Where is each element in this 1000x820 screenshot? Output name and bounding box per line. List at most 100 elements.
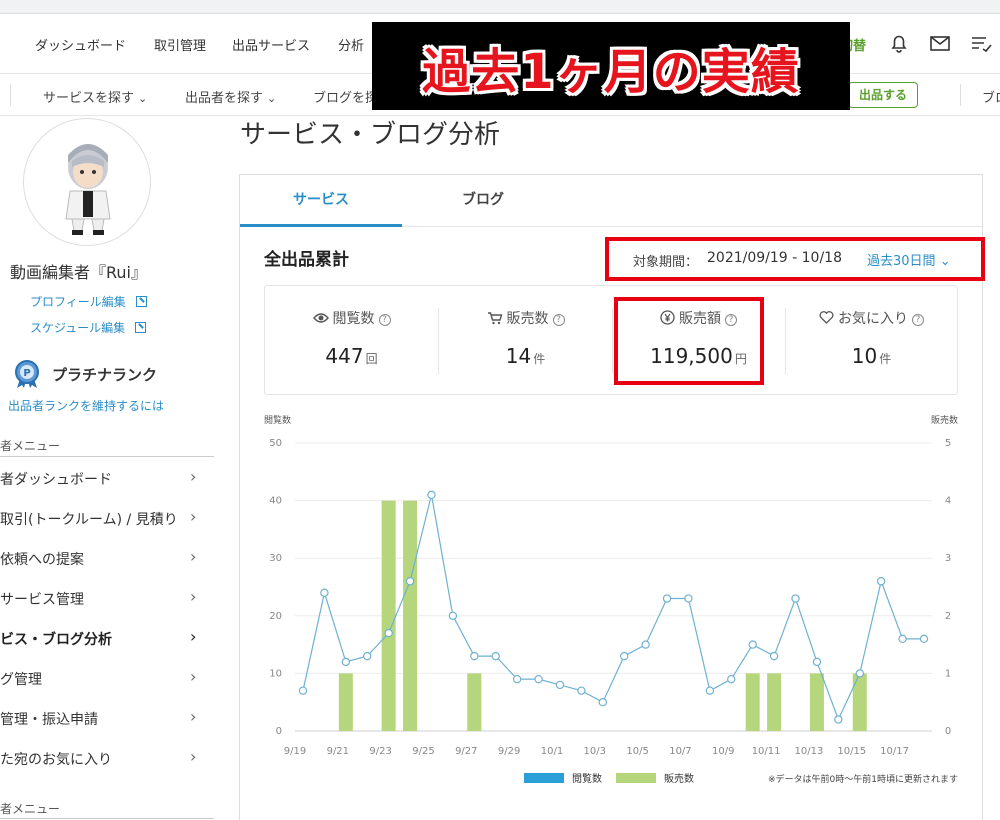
period-selector[interactable]: 対象期間： 2021/09/19 - 10/18 過去30日間 ⌄ [605, 237, 985, 281]
x-tick-label: 10/5 [626, 746, 648, 757]
page-title: サービス・ブログ分析 [240, 120, 501, 150]
cart-icon [487, 312, 502, 325]
chevron-right-icon: › [190, 507, 197, 526]
nav-analytics[interactable]: 分析 [338, 35, 364, 54]
bell-icon[interactable] [888, 32, 910, 54]
tab-services[interactable]: サービス [240, 175, 402, 227]
menu-favorites-received[interactable]: た宛のお気に入り › [0, 738, 214, 778]
help-icon[interactable]: ? [378, 314, 391, 326]
views-point [684, 594, 693, 603]
avatar[interactable] [23, 118, 151, 246]
left-tick-label: 10 [269, 668, 282, 679]
left-tick-label: 30 [269, 553, 282, 564]
legend-label-sales: 販売数 [664, 772, 694, 785]
right-tick-label: 4 [945, 496, 951, 507]
period-value: 2021/09/19 - 10/18 [707, 250, 842, 266]
search-sellers-menu[interactable]: 出品者を探す ⌄ [185, 87, 276, 106]
profile-edit-link[interactable]: プロフィール編集 [30, 293, 147, 310]
sales-bar [403, 500, 418, 731]
views-point [320, 588, 329, 597]
views-point [791, 594, 800, 603]
right-tick-label: 1 [945, 668, 951, 679]
avatar-illustration [65, 144, 111, 235]
views-point [363, 651, 372, 661]
eye-icon [312, 313, 329, 323]
stat-sales-count: 販売数? 14 件 [439, 286, 612, 396]
x-tick-label: 9/21 [327, 746, 349, 757]
analytics-tabs: サービス ブログ [240, 175, 982, 227]
right-tick-label: 2 [945, 611, 951, 622]
stat-label: お気に入り [838, 311, 908, 327]
seller-menu-heading: 者メニュー [0, 439, 61, 453]
platinum-rank-badge-icon: P [15, 360, 39, 388]
stat-unit: 件 [533, 352, 546, 366]
menu-payout-request[interactable]: 管理・振込申請 › [0, 698, 214, 738]
edit-icon [135, 296, 147, 307]
menu-service-management[interactable]: サービス管理 › [0, 578, 214, 618]
section-title: 全出品累計 [264, 250, 349, 270]
views-point [705, 686, 715, 695]
right-axis-label: 販売数 [931, 414, 958, 426]
menu-label: 取引(トークルーム) / 見積り [0, 512, 178, 528]
views-point [491, 651, 500, 661]
menu-blog-management[interactable]: グ管理 › [0, 658, 214, 698]
stat-value: 10 [851, 344, 878, 368]
tab-blog[interactable]: ブログ [402, 175, 564, 227]
chart-legend: 閲覧数 販売数 ※データは午前0時〜午前1時頃に更新されます [524, 772, 958, 785]
menu-label: 依頼への提案 [0, 552, 84, 568]
views-point [620, 651, 629, 661]
x-tick-label: 10/11 [752, 746, 781, 757]
sales-bar [467, 673, 482, 731]
menu-label: サービス管理 [0, 592, 84, 608]
subnav-divider [960, 84, 961, 106]
stat-views-value-row: 447 回 [265, 344, 438, 368]
menu-divider [0, 456, 214, 457]
left-tick-label: 50 [269, 438, 282, 449]
views-point [898, 634, 907, 644]
chart-footnote: ※データは午前0時〜午前1時頃に更新されます [768, 773, 958, 785]
menu-service-blog-analytics[interactable]: ビス・ブログ分析 › [0, 618, 214, 658]
search-blogs-menu[interactable]: ブログを探 [313, 87, 378, 106]
stat-unit: 回 [365, 352, 378, 366]
nav-transactions[interactable]: 取引管理 [154, 35, 206, 54]
todo-list-icon[interactable] [970, 32, 992, 54]
search-services-label: サービスを探す [43, 91, 135, 106]
browser-url-strip [0, 0, 1000, 14]
menu-seller-dashboard[interactable]: 者ダッシュボード › [0, 458, 214, 498]
sales-bar [767, 673, 782, 731]
schedule-edit-link[interactable]: スケジュール編集 [30, 319, 147, 336]
create-listing-button[interactable]: 出品する [848, 82, 918, 108]
left-tick-label: 40 [269, 496, 282, 507]
stat-label: 販売数 [506, 311, 549, 327]
stat-favorites: お気に入り? 10 件 [785, 286, 958, 396]
chevron-down-icon: ⌄ [267, 92, 277, 105]
menu-transactions[interactable]: 取引(トークルーム) / 見積り › [0, 498, 214, 538]
x-tick-label: 9/27 [455, 746, 477, 757]
help-icon[interactable]: ? [912, 314, 924, 326]
stat-favorites-value-row: 10 件 [785, 344, 958, 368]
legend-swatch-views [524, 773, 564, 783]
chevron-right-icon: › [190, 547, 197, 566]
search-services-menu[interactable]: サービスを探す ⌄ [43, 87, 147, 106]
subnav-divider [10, 84, 11, 106]
x-tick-label: 9/25 [412, 746, 434, 757]
mail-icon[interactable] [929, 32, 951, 54]
views-point [341, 657, 351, 667]
rank-maintain-link[interactable]: 出品者ランクを維持するには [8, 397, 164, 414]
stats-panel: 閲覧数? 447 回 販売数? 14 件 販売額? 119,500 円 お気に入り? … [264, 285, 958, 395]
menu-label: グ管理 [0, 672, 42, 688]
views-point [812, 657, 822, 667]
menu-label: ビス・ブログ分析 [0, 632, 112, 648]
blog-menu-cut[interactable]: ブロ [982, 87, 1000, 106]
x-tick-layer: 9/19 9/21 9/23 9/25 9/27 9/29 10/1 10/3 10/5 10/7… [284, 746, 909, 757]
grid-layer: 0 10 20 30 40 50 0 1 2 3 4 5 [269, 438, 951, 737]
nav-dashboard[interactable]: ダッシュボード [35, 35, 126, 54]
x-tick-label: 10/15 [837, 746, 866, 757]
nav-listings[interactable]: 出品サービス [232, 35, 310, 54]
x-tick-label: 10/17 [880, 746, 909, 757]
views-point [834, 715, 843, 724]
menu-proposals[interactable]: 依頼への提案 › [0, 538, 214, 578]
views-line [302, 494, 924, 722]
period-range-dropdown[interactable]: 過去30日間 ⌄ [867, 250, 951, 269]
help-icon[interactable]: ? [552, 314, 565, 326]
